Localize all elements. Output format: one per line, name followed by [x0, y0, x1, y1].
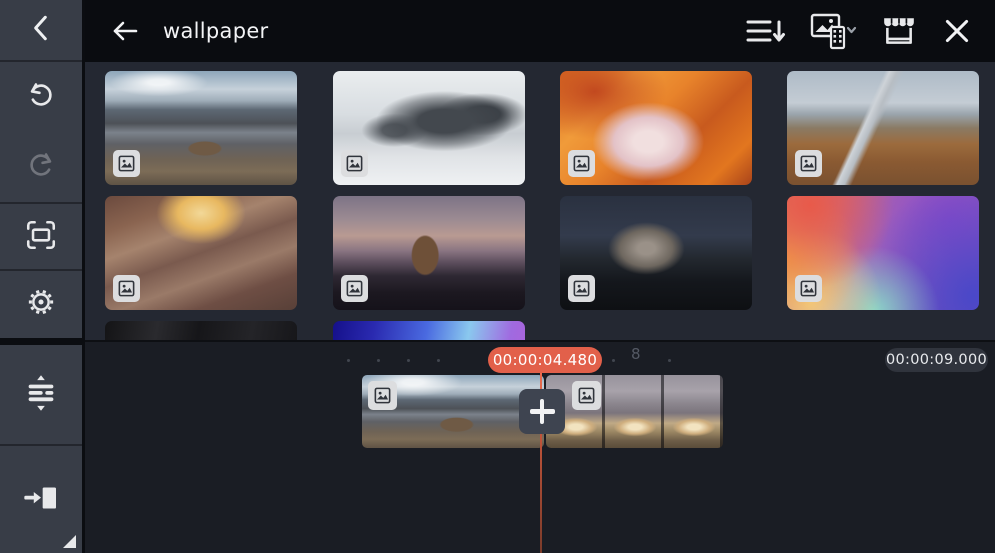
image-badge-icon: [568, 275, 595, 302]
image-badge-icon: [795, 275, 822, 302]
capture-frame-button[interactable]: [0, 204, 82, 270]
resize-handle-icon[interactable]: [63, 535, 76, 548]
wallpaper-thumb-dark-texture[interactable]: [105, 321, 297, 340]
ruler-second-label: 8: [631, 345, 641, 363]
store-icon: [879, 13, 919, 49]
header-bar: wallpaper: [85, 0, 995, 62]
image-badge-icon: [368, 381, 397, 410]
ruler-tick: [668, 359, 671, 362]
wallpaper-thumb-wall-tower-dusk[interactable]: [333, 196, 525, 310]
undo-button[interactable]: [0, 62, 82, 132]
wallpaper-thumb-great-wall-autumn[interactable]: [787, 71, 979, 185]
store-button[interactable]: [875, 9, 923, 53]
timeline-clip-mountain-lake[interactable]: [362, 375, 544, 448]
timeline[interactable]: 8 00:00:04.480 00:00:09.000: [85, 340, 995, 553]
plus-icon: [540, 399, 545, 424]
chevron-left-icon: [28, 13, 54, 47]
adjust-tracks-button[interactable]: [0, 345, 82, 444]
sort-button[interactable]: [741, 12, 791, 50]
export-icon: [21, 478, 61, 522]
timeline-clip-sports-car[interactable]: [546, 375, 723, 448]
media-grid: [85, 62, 995, 340]
ruler-tick: [437, 359, 440, 362]
media-type-filter-button[interactable]: [805, 7, 861, 55]
wallpaper-thumb-blue-purple-wave[interactable]: [333, 321, 525, 340]
image-badge-icon: [341, 150, 368, 177]
add-transition-button[interactable]: [519, 389, 565, 434]
total-duration-badge: 00:00:09.000: [885, 348, 988, 372]
back-button[interactable]: [105, 14, 143, 48]
wallpaper-thumb-canyon-swirl[interactable]: [105, 196, 297, 310]
arrow-left-icon: [109, 18, 139, 44]
wallpaper-thumb-half-dome-night[interactable]: [560, 196, 752, 310]
ruler-tick: [377, 359, 380, 362]
capture-frame-icon: [24, 218, 58, 256]
export-button[interactable]: [0, 446, 82, 553]
image-badge-icon: [113, 275, 140, 302]
wallpaper-thumb-mountain-lake[interactable]: [105, 71, 297, 185]
image-badge-icon: [795, 150, 822, 177]
close-icon: [941, 15, 973, 47]
settings-button[interactable]: [0, 270, 82, 338]
redo-icon: [25, 149, 57, 185]
wallpaper-thumb-foggy-mountains[interactable]: [333, 71, 525, 185]
image-badge-icon: [113, 150, 140, 177]
ruler-tick: [407, 359, 410, 362]
track-height-icon: [23, 372, 59, 418]
left-toolbar: [0, 0, 85, 553]
photo-video-icon: [809, 11, 857, 51]
image-badge-icon: [572, 381, 601, 410]
undo-icon: [25, 79, 57, 115]
close-button[interactable]: [937, 11, 977, 51]
page-title: wallpaper: [163, 19, 269, 43]
image-badge-icon: [341, 275, 368, 302]
video-editor-window: wallpaper: [0, 0, 995, 553]
divider: [0, 338, 82, 345]
gear-icon: [24, 285, 58, 323]
ruler-tick: [347, 359, 350, 362]
redo-button[interactable]: [0, 132, 82, 202]
image-badge-icon: [568, 150, 595, 177]
current-time-badge: 00:00:04.480: [488, 347, 602, 373]
header-actions: [741, 7, 977, 55]
wallpaper-thumb-orange-canyon[interactable]: [560, 71, 752, 185]
wallpaper-thumb-color-gradient[interactable]: [787, 196, 979, 310]
ruler-tick: [612, 359, 615, 362]
collapse-panel-button[interactable]: [0, 0, 82, 60]
sort-descending-icon: [745, 16, 787, 46]
